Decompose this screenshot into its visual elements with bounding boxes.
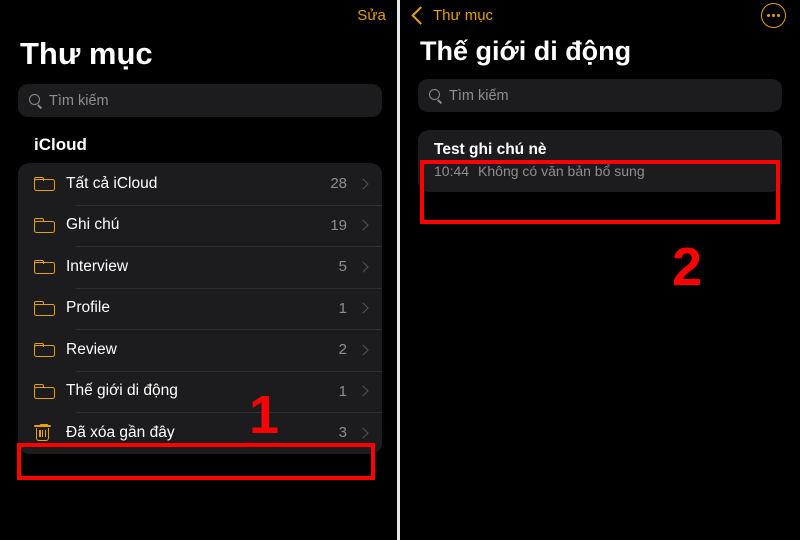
edit-button[interactable]: Sửa bbox=[357, 7, 386, 24]
folder-label: Thế giới di động bbox=[66, 382, 178, 400]
search-placeholder: Tìm kiếm bbox=[449, 87, 509, 104]
folder-count: 1 bbox=[338, 382, 347, 400]
left-topbar: Sửa bbox=[0, 0, 400, 30]
left-search-wrap: Tìm kiếm bbox=[0, 72, 400, 117]
back-button[interactable]: Thư mục bbox=[411, 5, 494, 25]
chevron-right-icon bbox=[357, 178, 369, 190]
folder-count: 1 bbox=[338, 299, 347, 317]
folder-row-interview[interactable]: Interview 5 bbox=[18, 246, 382, 288]
trash-icon bbox=[34, 423, 60, 442]
folder-row-profile[interactable]: Profile 1 bbox=[18, 287, 382, 330]
note-snippet: Không có văn bản bổ sung bbox=[478, 163, 645, 179]
annotation-number-two: 2 bbox=[672, 237, 703, 297]
page-title: Thế giới di động bbox=[420, 36, 632, 66]
list-item[interactable]: Test ghi chú nè 10:44 Không có văn bản b… bbox=[418, 130, 782, 192]
folders-screen: Sửa Thư mục Tìm kiếm iCloud Tất cả iClou… bbox=[0, 0, 400, 540]
search-placeholder: Tìm kiếm bbox=[49, 92, 109, 109]
chevron-right-icon bbox=[357, 427, 369, 439]
folder-count: 28 bbox=[330, 175, 347, 193]
panel-divider bbox=[397, 0, 400, 540]
folder-label: Review bbox=[66, 340, 117, 358]
chevron-right-icon bbox=[357, 219, 369, 231]
folder-label: Đã xóa gần đây bbox=[66, 423, 175, 441]
note-title: Test ghi chú nè bbox=[434, 141, 547, 158]
folder-icon bbox=[34, 342, 60, 358]
back-button-label: Thư mục bbox=[433, 6, 494, 24]
folder-label: Profile bbox=[66, 299, 110, 317]
section-header-icloud: iCloud bbox=[34, 135, 87, 154]
folder-label: Tất cả iCloud bbox=[66, 174, 158, 192]
annotation-number-one: 1 bbox=[249, 385, 280, 445]
search-input[interactable]: Tìm kiếm bbox=[18, 84, 382, 117]
folder-list: Tất cả iCloud 28 Ghi chú 19 Interview 5 … bbox=[18, 163, 382, 454]
search-icon bbox=[429, 89, 442, 102]
folder-count: 3 bbox=[338, 424, 347, 442]
chevron-right-icon bbox=[357, 261, 369, 273]
folder-icon bbox=[34, 383, 60, 399]
folder-row-review[interactable]: Review 2 bbox=[18, 329, 382, 371]
folder-row-the-gioi-di-dong[interactable]: Thế giới di động 1 bbox=[18, 370, 382, 413]
note-time: 10:44 bbox=[434, 163, 470, 179]
folder-row-da-xoa-gan-day[interactable]: Đã xóa gần đây 3 bbox=[18, 412, 382, 454]
note-subtitle: 10:44 Không có văn bản bổ sung bbox=[434, 163, 766, 179]
folder-icon bbox=[34, 217, 60, 233]
right-topbar: Thư mục bbox=[400, 0, 800, 30]
chevron-right-icon bbox=[357, 344, 369, 356]
search-icon bbox=[29, 94, 42, 107]
folder-label: Ghi chú bbox=[66, 216, 120, 234]
folder-row-ghi-chu[interactable]: Ghi chú 19 bbox=[18, 204, 382, 247]
search-input[interactable]: Tìm kiếm bbox=[418, 79, 782, 112]
chevron-left-icon bbox=[411, 5, 430, 25]
page-title: Thư mục bbox=[20, 36, 153, 71]
note-list: Test ghi chú nè 10:44 Không có văn bản b… bbox=[418, 130, 782, 192]
chevron-right-icon bbox=[357, 385, 369, 397]
notes-screen: Thư mục Thế giới di động Tìm kiếm Test g… bbox=[400, 0, 800, 540]
folder-icon bbox=[34, 176, 60, 192]
folder-row-tat-ca-icloud[interactable]: Tất cả iCloud 28 bbox=[18, 163, 382, 205]
folder-icon bbox=[34, 259, 60, 275]
right-search-wrap: Tìm kiếm bbox=[400, 67, 800, 112]
folder-count: 2 bbox=[338, 341, 347, 359]
more-circle-icon[interactable] bbox=[761, 2, 786, 28]
chevron-right-icon bbox=[357, 302, 369, 314]
folder-count: 19 bbox=[330, 216, 347, 234]
folder-icon bbox=[34, 300, 60, 316]
folder-count: 5 bbox=[338, 258, 347, 276]
folder-label: Interview bbox=[66, 257, 129, 275]
